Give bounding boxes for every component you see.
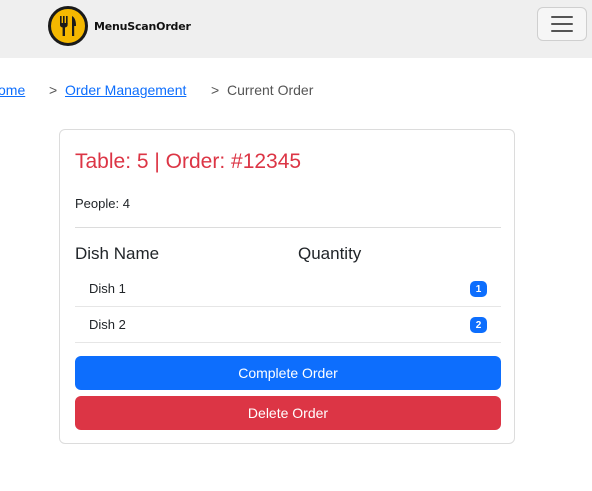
fork-knife-icon (48, 6, 88, 46)
quantity-badge: 1 (470, 281, 487, 297)
list-item: Dish 1 1 (75, 271, 501, 307)
delete-order-button[interactable]: Delete Order (75, 396, 501, 430)
order-card: Table: 5 | Order: #12345 People: 4 Dish … (59, 129, 515, 444)
dish-name: Dish 1 (89, 281, 126, 296)
quantity-badge: 2 (470, 317, 487, 333)
list-item: Dish 2 2 (75, 307, 501, 343)
breadcrumb-separator: > (49, 82, 58, 98)
navbar: MenuScanOrder (0, 0, 592, 58)
order-title: Table: 5 | Order: #12345 (75, 150, 302, 173)
brand-name: MenuScanOrder (94, 19, 191, 33)
breadcrumb-separator: > (211, 82, 220, 98)
brand-logo[interactable]: MenuScanOrder (48, 6, 191, 46)
hamburger-menu-icon-bar (551, 30, 573, 32)
breadcrumb-order-management-link[interactable]: Order Management (65, 82, 186, 98)
complete-order-button[interactable]: Complete Order (75, 356, 501, 390)
dish-name: Dish 2 (89, 317, 126, 332)
hamburger-menu-icon-bar (551, 23, 573, 25)
hamburger-menu-icon (551, 16, 573, 18)
breadcrumb-current: Current Order (227, 82, 314, 98)
column-header-quantity: Quantity (298, 244, 362, 263)
breadcrumb-home-link[interactable]: ome (0, 82, 25, 98)
divider (75, 227, 501, 228)
people-count: People: 4 (75, 196, 130, 211)
column-header-dish-name: Dish Name (75, 244, 160, 263)
hamburger-menu-button[interactable] (537, 7, 587, 41)
